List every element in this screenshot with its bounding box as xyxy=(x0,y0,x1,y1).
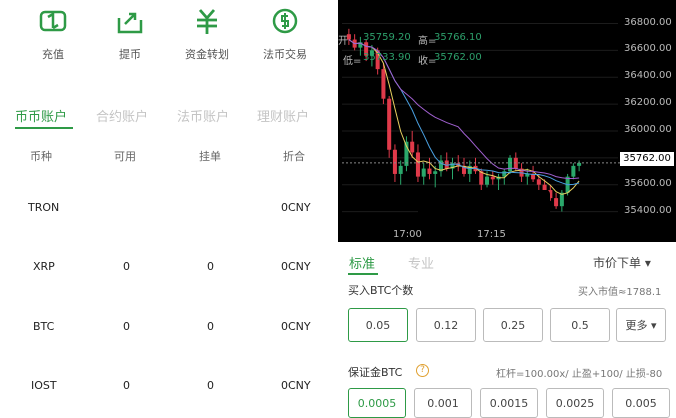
y-tick: 36000.00 xyxy=(624,124,672,135)
candle-body xyxy=(421,168,426,177)
candle-body xyxy=(410,141,415,153)
margin-label: 保证金BTC xyxy=(348,366,403,379)
x-tick: 17:00 xyxy=(393,229,422,240)
candle-body xyxy=(427,168,432,174)
margin-button[interactable]: 0.001 xyxy=(414,388,472,418)
withdraw-label: 提币 xyxy=(119,48,141,61)
redacted-overlay xyxy=(418,190,550,228)
kline-chart[interactable]: 开 35759.20 高= 35766.10 低= 35733.90 收= 35… xyxy=(338,0,676,242)
row-orders: 0 xyxy=(207,260,214,273)
candle-body xyxy=(381,69,386,99)
qty-button[interactable]: 0.05 xyxy=(348,308,408,342)
tab-wealth-account[interactable]: 理财账户 xyxy=(257,106,309,125)
ohlc-low-label: 低= xyxy=(343,56,362,67)
leverage-info: 杠杆=100.00x/ 止盈+100/ 止损-80 xyxy=(496,369,663,380)
header-value: 折合 xyxy=(283,150,305,163)
x-tick: 17:15 xyxy=(477,229,506,240)
header-orders: 挂单 xyxy=(199,150,221,163)
row-coin: TRON xyxy=(28,201,60,214)
transfer-label: 资金转划 xyxy=(185,48,229,61)
candle-body xyxy=(415,152,420,177)
margin-button[interactable]: 0.0005 xyxy=(348,388,406,418)
fiat-trade-action[interactable]: 法币交易 xyxy=(245,6,325,62)
row-value: 0CNY xyxy=(281,379,311,392)
ohlc-open-label: 开 xyxy=(338,36,348,47)
deposit-action[interactable]: 充值 xyxy=(13,6,93,62)
row-coin: IOST xyxy=(31,379,57,392)
candle-body xyxy=(508,157,513,172)
trade-tab-indicator xyxy=(348,273,378,275)
row-coin: BTC xyxy=(33,320,55,333)
tab-standard[interactable]: 标准 xyxy=(349,253,375,272)
ohlc-high-value: 35766.10 xyxy=(434,32,482,43)
current-price-tag: 35762.00 xyxy=(620,152,674,166)
candle-body xyxy=(387,98,392,150)
withdraw-icon xyxy=(117,12,143,34)
row-available: 0 xyxy=(123,320,130,333)
row-value: 0CNY xyxy=(281,320,311,333)
transfer-icon xyxy=(197,9,217,34)
candle-body xyxy=(571,165,576,177)
withdraw-action[interactable]: 提币 xyxy=(90,6,170,62)
qty-button[interactable]: 0.25 xyxy=(483,308,543,342)
y-tick: 36400.00 xyxy=(624,70,672,81)
transfer-action[interactable]: 资金转划 xyxy=(167,6,247,62)
order-type-select[interactable]: 市价下单 ▾ xyxy=(593,254,651,271)
more-quantities-button[interactable]: 更多 ▾ xyxy=(616,308,666,342)
y-tick: 36200.00 xyxy=(624,97,672,108)
row-value: 0CNY xyxy=(281,201,311,214)
margin-button[interactable]: 0.005 xyxy=(612,388,670,418)
fiat-trade-icon xyxy=(272,8,298,34)
active-tab-indicator xyxy=(15,127,73,129)
deposit-label: 充值 xyxy=(42,48,64,61)
fiat-trade-label: 法币交易 xyxy=(263,48,307,61)
row-value: 0CNY xyxy=(281,260,311,273)
candle-body xyxy=(392,149,397,174)
candle-body xyxy=(554,198,559,207)
candle-body xyxy=(536,179,541,185)
ohlc-low-value: 35733.90 xyxy=(363,52,411,63)
candle-body xyxy=(433,171,438,174)
tab-contract-account[interactable]: 合约账户 xyxy=(96,106,148,125)
row-orders: 0 xyxy=(207,320,214,333)
header-coin: 币种 xyxy=(30,150,52,163)
account-tabs: 币币账户 合约账户 法币账户 理财账户 xyxy=(0,102,338,132)
y-tick: 36800.00 xyxy=(624,17,672,28)
qty-button[interactable]: 0.5 xyxy=(550,308,610,342)
ohlc-close-value: 35762.00 xyxy=(434,52,482,63)
candle-body xyxy=(485,176,490,185)
trade-panel: 标准 专业 市价下单 ▾ 买入BTC个数 买入市值≈1788.1 0.05 0.… xyxy=(338,242,676,418)
y-tick: 36600.00 xyxy=(624,43,672,54)
y-tick: 35400.00 xyxy=(624,205,672,216)
candle-body xyxy=(398,165,403,174)
account-panel: 充值 提币 资金转划 法币交易 币币账户 合约账户 法币账户 理财账户 币种 可… xyxy=(0,0,338,418)
help-icon[interactable]: ? xyxy=(416,364,429,377)
margin-button[interactable]: 0.0015 xyxy=(480,388,538,418)
header-available: 可用 xyxy=(114,150,136,163)
row-available: 0 xyxy=(123,379,130,392)
candle-body xyxy=(490,176,495,180)
tab-pro[interactable]: 专业 xyxy=(408,253,434,272)
qty-button[interactable]: 0.12 xyxy=(416,308,476,342)
tab-spot-account[interactable]: 币币账户 xyxy=(15,106,67,125)
row-available: 0 xyxy=(123,260,130,273)
row-orders: 0 xyxy=(207,379,214,392)
margin-button[interactable]: 0.0025 xyxy=(546,388,604,418)
row-coin: XRP xyxy=(33,260,55,273)
y-tick: 35600.00 xyxy=(624,178,672,189)
tab-fiat-account[interactable]: 法币账户 xyxy=(177,106,229,125)
deposit-icon xyxy=(39,10,67,32)
buy-amount-label: 买入BTC个数 xyxy=(348,284,414,297)
ohlc-open-value: 35759.20 xyxy=(363,32,411,43)
buy-market-value: 买入市值≈1788.1 xyxy=(578,287,662,298)
